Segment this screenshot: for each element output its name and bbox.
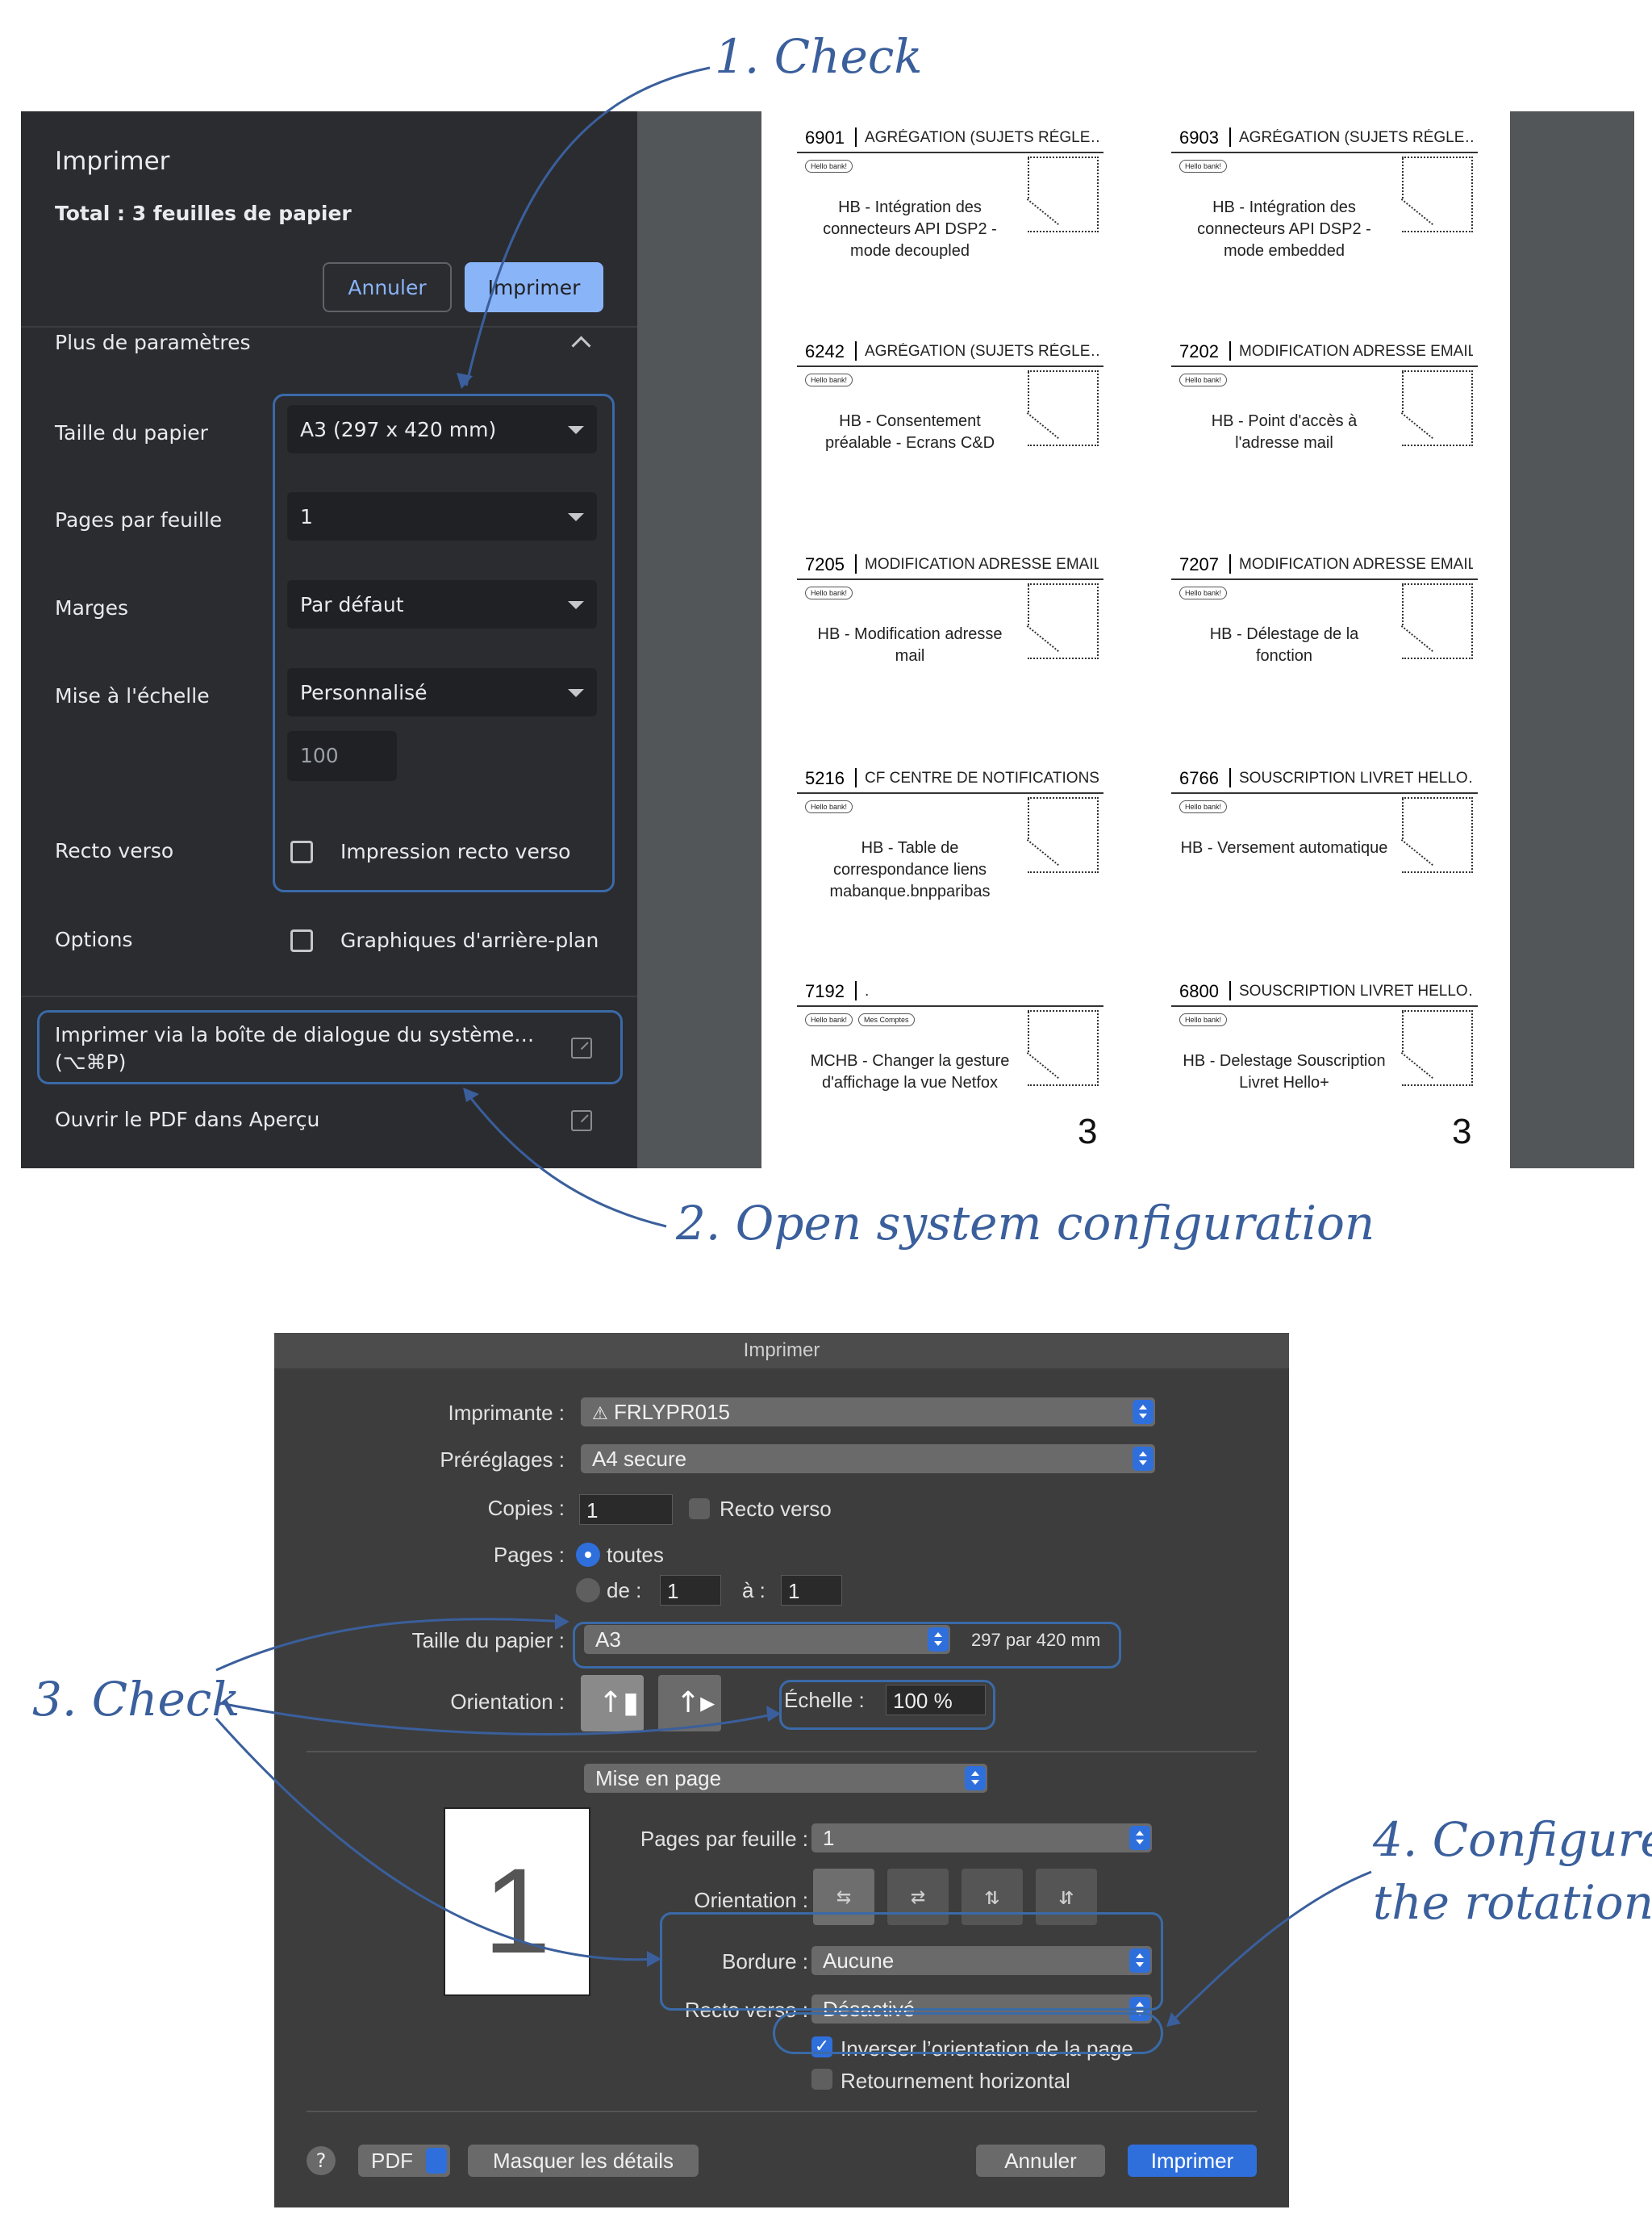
arrow-to-scale xyxy=(215,1701,777,1735)
annotation-step4-line1: 4. Configure xyxy=(1373,1812,1652,1867)
arrow-to-paper-size xyxy=(215,1618,565,1672)
annotation-step1: 1. Check xyxy=(715,29,923,84)
arrow-to-reverse xyxy=(1168,1870,1372,2025)
annotation-step2: 2. Open system configuration xyxy=(676,1196,1375,1251)
annotation-step3: 3. Check xyxy=(32,1672,240,1727)
annotation-step4-line2: the rotation xyxy=(1373,1875,1652,1930)
arrow-to-settings xyxy=(465,66,711,386)
arrow-to-border xyxy=(215,1717,657,1961)
arrow-to-system-dialog xyxy=(465,1092,667,1228)
